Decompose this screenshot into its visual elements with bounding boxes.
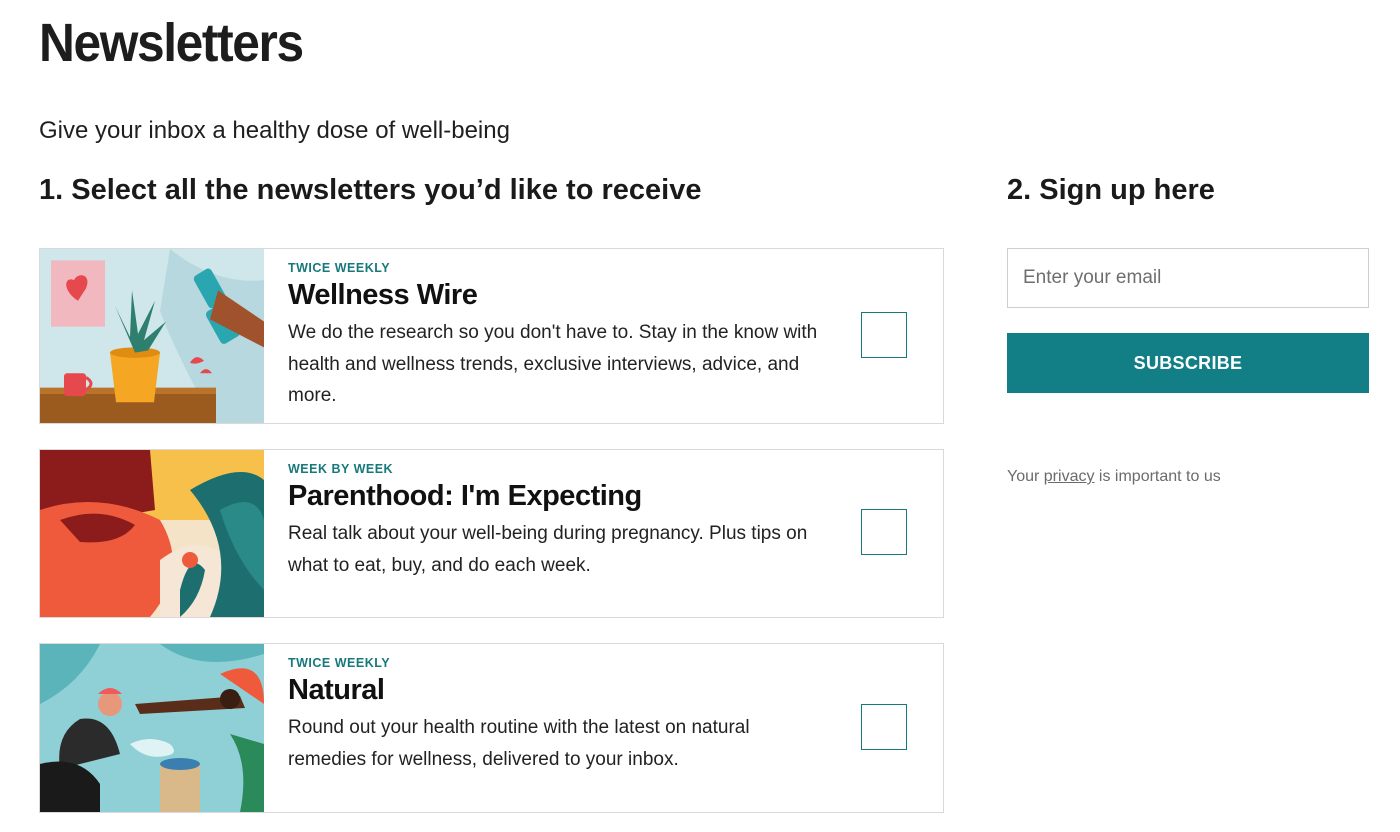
privacy-link[interactable]: privacy <box>1044 468 1095 485</box>
newsletter-card-parenthood-expecting[interactable]: WEEK BY WEEK Parenthood: I'm Expecting R… <box>39 449 944 618</box>
newsletter-checkbox-natural[interactable] <box>861 704 907 750</box>
wellness-illustration <box>40 249 264 423</box>
page-subtitle: Give your inbox a healthy dose of well-b… <box>39 117 510 144</box>
newsletter-card-wellness-wire[interactable]: TWICE WEEKLY Wellness Wire We do the res… <box>39 248 944 424</box>
newsletter-name: Natural <box>288 674 385 706</box>
newsletter-checkbox-wellness-wire[interactable] <box>861 312 907 358</box>
newsletter-checkbox-parenthood-expecting[interactable] <box>861 509 907 555</box>
privacy-suffix: is important to us <box>1094 468 1221 485</box>
newsletter-frequency: TWICE WEEKLY <box>288 656 391 670</box>
newsletter-description: Round out your health routine with the l… <box>288 717 750 770</box>
select-newsletters-heading: 1. Select all the newsletters you’d like… <box>39 174 702 206</box>
newsletter-description: We do the research so you don't have to.… <box>288 322 818 406</box>
newsletter-name: Parenthood: I'm Expecting <box>288 480 642 512</box>
newsletter-frequency: TWICE WEEKLY <box>288 261 391 275</box>
natural-remedies-illustration <box>40 644 264 812</box>
newsletter-frequency: WEEK BY WEEK <box>288 462 394 476</box>
newsletter-name: Wellness Wire <box>288 279 478 311</box>
page-title: Newsletters <box>39 13 304 73</box>
privacy-prefix: Your <box>1007 468 1044 485</box>
newsletter-description: Real talk about your well-being during p… <box>288 523 808 576</box>
email-input[interactable] <box>1007 248 1369 308</box>
pregnancy-illustration <box>40 450 264 617</box>
privacy-note: Your privacy is important to us <box>1007 468 1221 486</box>
sign-up-heading: 2. Sign up here <box>1007 174 1215 206</box>
newsletter-card-natural[interactable]: TWICE WEEKLY Natural Round out your heal… <box>39 643 944 813</box>
subscribe-button[interactable]: SUBSCRIBE <box>1007 333 1369 393</box>
